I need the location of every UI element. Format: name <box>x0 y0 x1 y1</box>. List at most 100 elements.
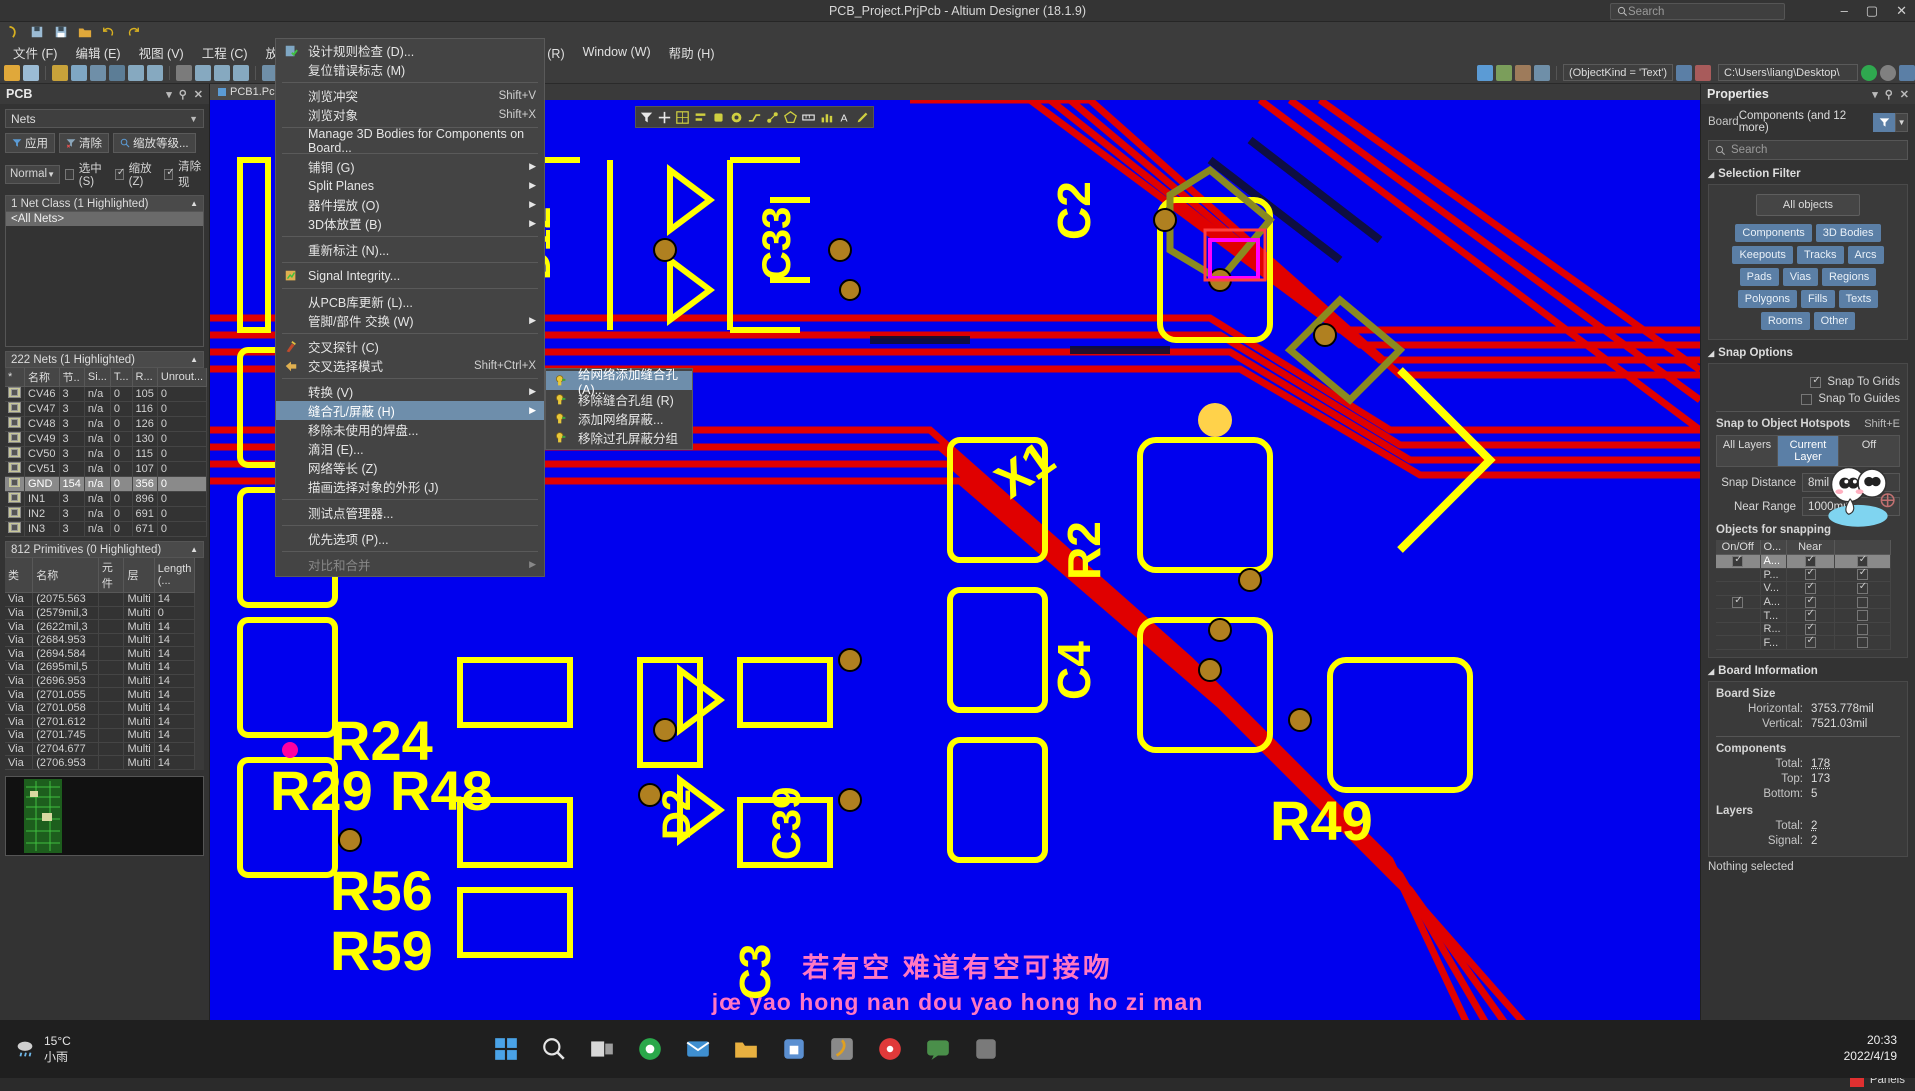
net-class-row-all-nets[interactable]: <All Nets> <box>6 212 203 226</box>
cut-icon[interactable] <box>233 65 249 81</box>
snap-checkbox[interactable] <box>1805 597 1816 608</box>
pen-icon[interactable] <box>856 111 869 124</box>
net-mark-cell[interactable] <box>5 387 25 402</box>
scope-dropdown-button[interactable]: ▼ <box>1895 113 1908 132</box>
table-row[interactable]: Via(2701.745Multi14 <box>5 729 195 743</box>
net-class-list[interactable]: <All Nets> <box>5 212 204 347</box>
snap-to-guides-row[interactable]: Snap To Guides <box>1716 393 1900 405</box>
pin-panel-icon[interactable]: ⚲ <box>179 88 187 101</box>
snap-onoff-cell[interactable] <box>1716 568 1760 582</box>
polygon-icon[interactable] <box>784 111 797 124</box>
snap-last-cell[interactable] <box>1834 622 1891 636</box>
scope-filter-button[interactable] <box>1873 113 1895 132</box>
snap-checkbox[interactable] <box>1857 637 1868 648</box>
taskbar-clock[interactable]: 20:33 2022/4/19 <box>1844 1033 1915 1064</box>
clear-filter-icon[interactable] <box>1695 65 1711 81</box>
clear-filter-button[interactable]: 清除 <box>59 133 109 153</box>
properties-search-input[interactable]: Search <box>1708 140 1908 160</box>
snap-col-near[interactable]: Near <box>1786 540 1834 555</box>
print-preview-icon[interactable] <box>71 65 87 81</box>
net-mark-cell[interactable] <box>5 477 25 492</box>
selection-filter-pill[interactable]: Pads <box>1740 268 1779 286</box>
zoom-level-button[interactable]: 缩放等级... <box>113 133 196 153</box>
menu-item[interactable]: 3D体放置 (B)▶ <box>276 214 544 233</box>
close-button[interactable]: ✕ <box>1896 3 1907 19</box>
apply-filter-icon[interactable] <box>1676 65 1692 81</box>
prims-col-length[interactable]: Length (... <box>154 558 195 593</box>
menu-view[interactable]: 视图 (V) <box>130 41 193 64</box>
snap-col-last[interactable] <box>1834 540 1891 555</box>
net-icon[interactable] <box>766 111 779 124</box>
menu-project[interactable]: 工程 (C) <box>193 41 257 64</box>
snap-checkbox[interactable] <box>1857 610 1868 621</box>
primitives-scrollbar[interactable] <box>195 558 204 770</box>
snap-checkbox[interactable] <box>1857 569 1868 580</box>
minimize-button[interactable]: – <box>1841 3 1848 19</box>
save-document-icon[interactable] <box>23 65 39 81</box>
scroll-up-icon[interactable]: ▲ <box>190 355 198 364</box>
print-icon[interactable] <box>52 65 68 81</box>
chat-icon[interactable] <box>925 1036 951 1062</box>
zoom-out-icon[interactable] <box>147 65 163 81</box>
menu-item[interactable]: Manage 3D Bodies for Components on Board… <box>276 131 544 150</box>
snap-near-cell[interactable] <box>1786 595 1834 609</box>
snap-last-cell[interactable] <box>1834 555 1891 569</box>
project-path-field[interactable]: C:\Users\liang\Desktop\ <box>1718 64 1858 81</box>
menu-item[interactable]: 优先选项 (P)... <box>276 529 544 548</box>
apply-filter-button[interactable]: 应用 <box>5 133 55 153</box>
table-row[interactable]: Via(2706.953Multi14 <box>5 756 195 770</box>
snap-checkbox[interactable] <box>1805 637 1816 648</box>
start-icon[interactable] <box>493 1036 519 1062</box>
snap-near-cell[interactable] <box>1786 622 1834 636</box>
nets-col-mark[interactable]: * <box>5 368 25 387</box>
selection-filter-pill[interactable]: Tracks <box>1797 246 1844 264</box>
table-row[interactable]: Via(2075.563Multi14 <box>5 593 195 607</box>
table-row[interactable]: Via(2701.612Multi14 <box>5 715 195 729</box>
snap-last-cell[interactable] <box>1834 609 1891 623</box>
menu-item[interactable]: Split Planes▶ <box>276 176 544 195</box>
menu-item[interactable]: 描画选择对象的外形 (J) <box>276 477 544 496</box>
table-row[interactable]: CV483n/a01260 <box>5 417 207 432</box>
table-row[interactable]: Via(2701.055Multi14 <box>5 688 195 702</box>
snap-checkbox[interactable] <box>1732 597 1743 608</box>
menu-item[interactable]: 滴泪 (E)... <box>276 439 544 458</box>
via-icon[interactable] <box>730 111 743 124</box>
snap-options-title[interactable]: ◢ Snap Options <box>1708 347 1908 359</box>
app-icon[interactable] <box>973 1036 999 1062</box>
table-row[interactable]: Via(2695mil,5Multi14 <box>5 661 195 675</box>
selection-filter-pill[interactable]: Components <box>1735 224 1811 242</box>
layer-stack-icon[interactable] <box>1496 65 1512 81</box>
snap-checkbox[interactable] <box>1732 556 1743 567</box>
selection-filter-pill[interactable]: Rooms <box>1761 312 1810 330</box>
snap-checkbox[interactable] <box>1857 556 1868 567</box>
selection-filter-pill[interactable]: Regions <box>1822 268 1876 286</box>
mail-icon[interactable] <box>685 1036 711 1062</box>
snap-onoff-cell[interactable] <box>1716 622 1760 636</box>
net-mark-cell[interactable] <box>5 507 25 522</box>
snap-last-cell[interactable] <box>1834 582 1891 596</box>
submenu-item[interactable]: 添加网络屏蔽... <box>546 409 692 428</box>
primitives-table[interactable]: 类 名称 元件 层 Length (... Via(2075.563Multi1… <box>5 558 195 770</box>
menu-item[interactable]: 浏览冲突Shift+V <box>276 86 544 105</box>
cloud-icon[interactable] <box>1880 65 1896 81</box>
scroll-up-icon-2[interactable]: ▲ <box>190 545 198 554</box>
table-row[interactable]: Via(2704.677Multi14 <box>5 742 195 756</box>
table-row[interactable]: Via(2684.953Multi14 <box>5 633 195 647</box>
clear-existing-checkbox[interactable] <box>164 169 173 180</box>
submenu-item[interactable]: 给网络添加缝合孔 (A)... <box>546 371 692 390</box>
menu-window[interactable]: Window (W) <box>574 43 660 61</box>
snap-onoff-cell[interactable] <box>1716 595 1760 609</box>
select-checkbox[interactable] <box>65 169 74 180</box>
chart-icon[interactable] <box>820 111 833 124</box>
copy-icon[interactable] <box>214 65 230 81</box>
selection-filter-pill[interactable]: Texts <box>1839 290 1879 308</box>
snap-onoff-cell[interactable] <box>1716 555 1760 569</box>
object-filter-field[interactable]: (ObjectKind = 'Text') <box>1563 64 1673 81</box>
snap-near-cell[interactable] <box>1786 582 1834 596</box>
nets-col-si[interactable]: Si... <box>84 368 110 387</box>
net-mark-cell[interactable] <box>5 432 25 447</box>
table-row[interactable]: A... <box>1716 555 1891 569</box>
board-planning-icon[interactable] <box>1534 65 1550 81</box>
taskview-icon[interactable] <box>589 1036 615 1062</box>
table-row[interactable]: IN13n/a08960 <box>5 492 207 507</box>
